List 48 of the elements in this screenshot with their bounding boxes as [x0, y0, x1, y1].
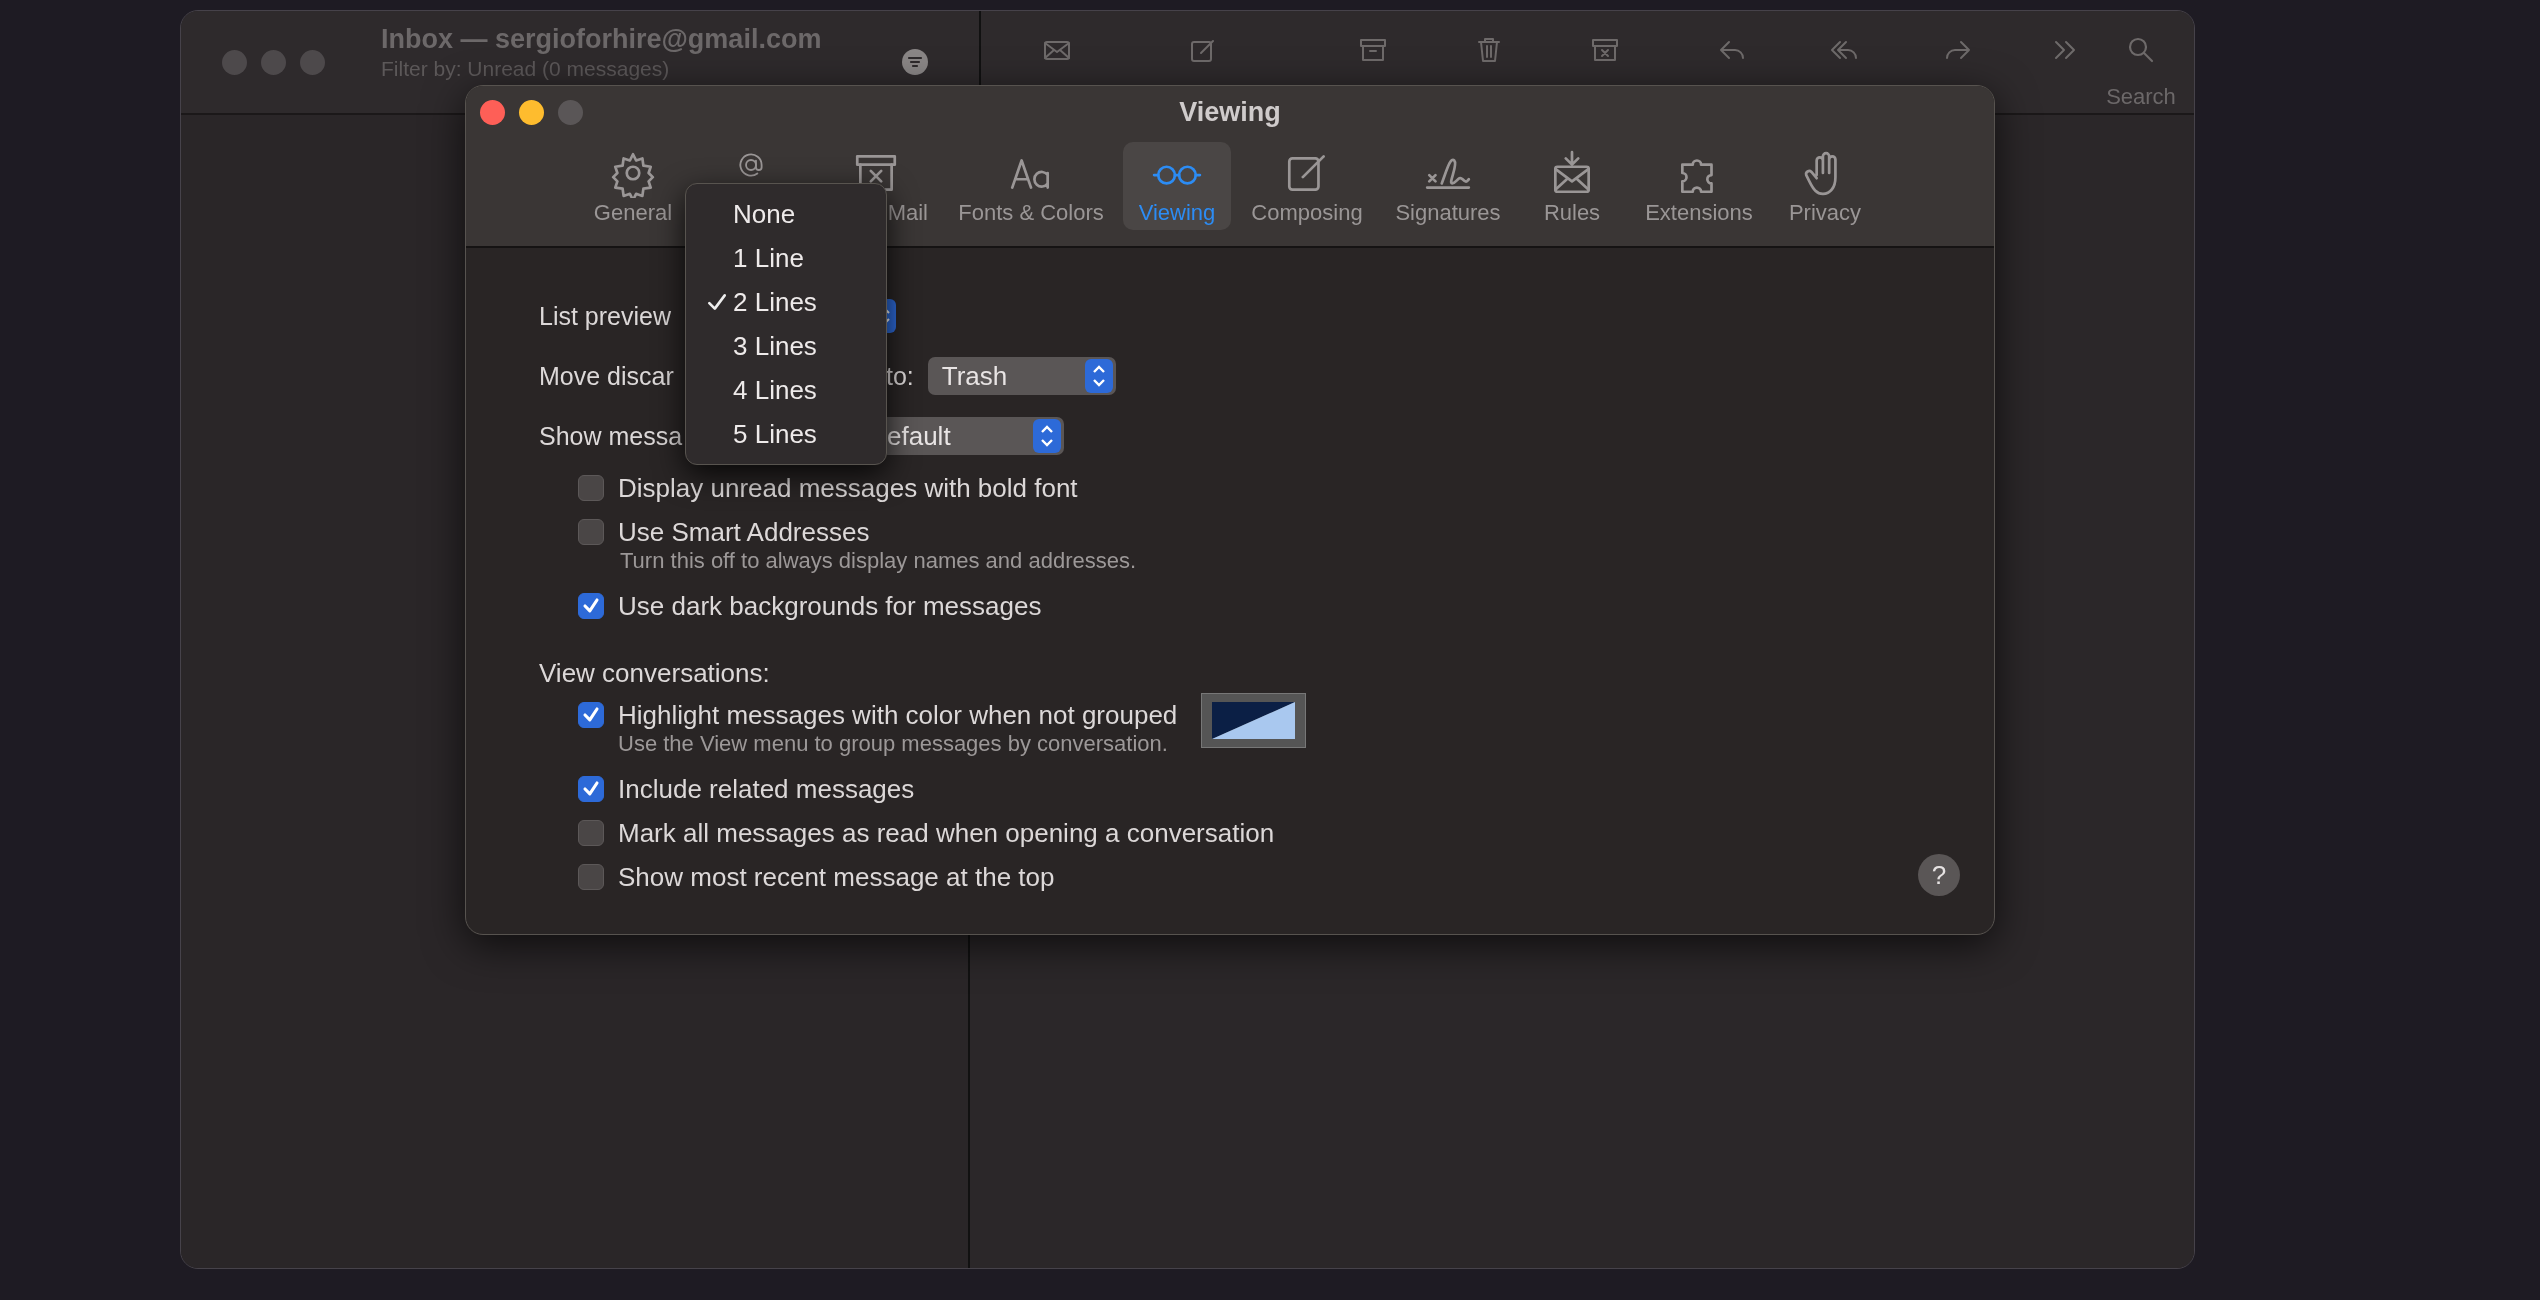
checkbox[interactable]	[578, 475, 604, 501]
checkbox[interactable]	[578, 519, 604, 545]
hint-text: Use the View menu to group messages by conversation.	[618, 731, 1169, 757]
preferences-tab[interactable]: Extensions	[1634, 142, 1764, 230]
menu-item[interactable]: 1 Line	[686, 236, 886, 280]
show-message-label: Show messa	[539, 421, 683, 451]
minimize-button[interactable]	[519, 100, 544, 125]
help-button[interactable]: ?	[1918, 854, 1960, 896]
preferences-tab[interactable]: Rules	[1532, 142, 1612, 230]
search-label: Search	[2106, 84, 2176, 110]
close-button[interactable]	[480, 100, 505, 125]
checkbox-label: Mark all messages as read when opening a conversation	[618, 817, 1275, 849]
stepper-icon	[1033, 419, 1061, 453]
window-title: Inbox — sergioforhire@gmail.com	[381, 25, 823, 55]
checkbox[interactable]	[578, 820, 604, 846]
zoom-button[interactable]	[300, 49, 325, 75]
stepper-icon	[1084, 359, 1113, 393]
hint-text: Turn this off to always display names and addresses.	[620, 548, 1138, 574]
menu-item[interactable]: 4 Lines	[686, 368, 886, 412]
checkbox[interactable]	[578, 864, 604, 890]
list-preview-label: List preview	[539, 301, 671, 331]
checkbox-label: Highlight messages with color when not grouped	[618, 699, 1178, 731]
checkbox[interactable]	[578, 593, 604, 619]
checkbox-label: Include related messages	[618, 773, 915, 805]
window-title: Viewing	[1179, 96, 1281, 128]
menu-item[interactable]: None	[686, 192, 886, 236]
section-label: View conversations:	[539, 658, 771, 689]
checkbox-label: Use Smart Addresses	[618, 516, 870, 548]
move-discarded-label: Move discar	[539, 361, 674, 391]
popup-button[interactable]: efault	[887, 417, 1064, 455]
move-discarded-suffix: to:	[886, 361, 914, 391]
trash-popup-button[interactable]: Trash	[927, 357, 1116, 395]
preferences-tab[interactable]: General	[583, 142, 683, 230]
preferences-tab[interactable]: Composing	[1242, 142, 1372, 230]
preferences-tab[interactable]: Signatures	[1383, 142, 1513, 230]
zoom-button[interactable]	[558, 100, 583, 125]
menu-item[interactable]: 3 Lines	[686, 324, 886, 368]
checkbox[interactable]	[578, 776, 604, 802]
checkbox[interactable]	[578, 702, 604, 728]
preferences-tab[interactable]: Privacy	[1775, 142, 1875, 230]
checkbox-label: Display unread messages with bold font	[618, 472, 1078, 504]
checkbox-label: Show most recent message at the top	[618, 861, 1055, 893]
checkbox-label: Use dark backgrounds for messages	[618, 590, 1042, 622]
menu-item[interactable]: 2 Lines	[686, 280, 886, 324]
filter-icon[interactable]	[901, 48, 929, 76]
preferences-tab[interactable]: Fonts & Colors	[946, 142, 1116, 230]
menu-item[interactable]: 5 Lines	[686, 412, 886, 456]
color-well[interactable]	[1201, 693, 1307, 748]
